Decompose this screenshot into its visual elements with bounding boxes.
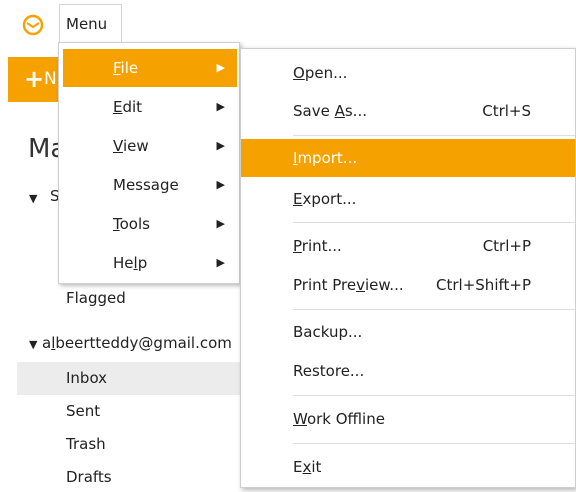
menu-separator <box>293 309 575 310</box>
triangle-right-icon: ▶ <box>216 100 225 113</box>
menu-dropdown: File ▶ Edit ▶ View ▶ Message ▶ Tools ▶ H… <box>58 42 240 284</box>
menu-item-label: Help <box>113 254 148 272</box>
menu-item-label: Edit <box>113 98 143 116</box>
menu-item-label: Tools <box>113 215 150 233</box>
menu-item-label: Save As... <box>293 102 367 120</box>
menu-item-view[interactable]: View ▶ <box>63 127 237 165</box>
triangle-right-icon: ▶ <box>216 139 225 152</box>
shortcut-label: Ctrl+S <box>482 102 531 120</box>
caret-down-icon[interactable]: ▼ <box>29 338 37 351</box>
menu-separator <box>293 135 575 136</box>
selected-row-highlight <box>17 362 242 395</box>
menu-item-label: File <box>113 59 139 77</box>
menu-item-label: Message <box>113 176 179 194</box>
menu-item-import[interactable]: Import... <box>241 139 575 177</box>
sidebar-item-drafts[interactable]: Drafts <box>66 468 112 486</box>
menu-separator <box>293 222 575 223</box>
menu-item-message[interactable]: Message ▶ <box>63 166 237 204</box>
file-submenu: Open... Save As... Ctrl+S Import... Expo… <box>240 48 576 488</box>
menu-item-print[interactable]: Print... Ctrl+P <box>241 227 575 265</box>
menu-separator <box>293 395 575 396</box>
triangle-right-icon: ▶ <box>216 61 225 74</box>
menu-item-work-offline[interactable]: Work Offline <box>241 400 575 438</box>
menu-item-file[interactable]: File ▶ <box>63 49 237 87</box>
menu-separator <box>293 443 575 444</box>
menu-item-save-as[interactable]: Save As... Ctrl+S <box>241 92 575 130</box>
menu-item-edit[interactable]: Edit ▶ <box>63 88 237 126</box>
menu-item-label: Open... <box>293 64 348 82</box>
plus-icon: + <box>24 65 45 93</box>
caret-down-icon[interactable]: ▼ <box>29 192 37 205</box>
triangle-right-icon: ▶ <box>216 178 225 191</box>
sidebar-item-inbox[interactable]: Inbox <box>66 369 107 387</box>
shortcut-label: Ctrl+P <box>482 237 531 255</box>
menu-item-label: View <box>113 137 149 155</box>
new-button-label: N <box>44 69 57 89</box>
account-label[interactable]: albeertteddy@gmail.com <box>42 334 232 352</box>
menu-item-backup[interactable]: Backup... <box>241 313 575 351</box>
menu-item-exit[interactable]: Exit <box>241 448 575 486</box>
menu-item-help[interactable]: Help ▶ <box>63 244 237 282</box>
menu-item-restore[interactable]: Restore... <box>241 352 575 390</box>
menu-item-label: Backup... <box>293 323 363 341</box>
menu-button[interactable]: Menu <box>59 4 122 43</box>
app-logo-icon <box>22 14 44 36</box>
menu-item-label: Exit <box>293 458 322 476</box>
menu-item-print-preview[interactable]: Print Preview... Ctrl+Shift+P <box>241 266 575 304</box>
shortcut-label: Ctrl+Shift+P <box>436 276 531 294</box>
menu-item-open[interactable]: Open... <box>241 54 575 92</box>
menu-item-label: Print Preview... <box>293 276 404 294</box>
triangle-right-icon: ▶ <box>216 217 225 230</box>
menu-item-label: Work Offline <box>293 410 385 428</box>
menu-item-label: Export... <box>293 190 357 208</box>
menu-item-label: Restore... <box>293 362 365 380</box>
menu-item-tools[interactable]: Tools ▶ <box>63 205 237 243</box>
sidebar-item-trash[interactable]: Trash <box>66 435 106 453</box>
triangle-right-icon: ▶ <box>216 256 225 269</box>
menu-item-label: Print... <box>293 237 342 255</box>
menu-item-export[interactable]: Export... <box>241 180 575 218</box>
menu-item-label: Import... <box>293 149 358 167</box>
sidebar-item-flagged[interactable]: Flagged <box>66 289 126 307</box>
sidebar-item-sent[interactable]: Sent <box>66 402 100 420</box>
